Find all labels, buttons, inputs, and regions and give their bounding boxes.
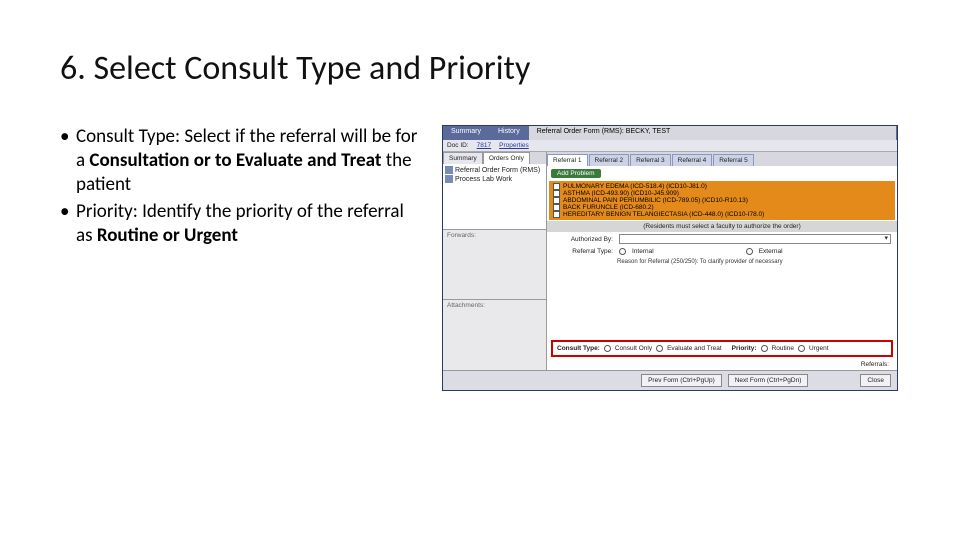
app-screenshot: Summary History Referral Order Form (RMS… bbox=[442, 125, 898, 391]
radio-routine[interactable] bbox=[761, 345, 768, 352]
slide-title: 6. Select Consult Type and Priority bbox=[60, 48, 900, 89]
problem-row[interactable]: ABDOMINAL PAIN PERIUMBILIC (ICD-789.05) … bbox=[551, 197, 893, 204]
tab-referral-3[interactable]: Referral 3 bbox=[630, 154, 671, 166]
evaluate-treat-label: Evaluate and Treat bbox=[667, 345, 722, 352]
prev-form-button[interactable]: Prev Form (Ctrl+PgUp) bbox=[641, 374, 722, 387]
list-item[interactable]: Referral Order Form (RMS) bbox=[445, 166, 544, 174]
tab-referral-1[interactable]: Referral 1 bbox=[547, 154, 588, 166]
attachments-label: Attachments: bbox=[443, 300, 546, 311]
tab-referral-2[interactable]: Referral 2 bbox=[589, 154, 630, 166]
consult-priority-box: Consult Type: Consult Only Evaluate and … bbox=[551, 340, 893, 357]
referral-type-label: Referral Type: bbox=[553, 248, 613, 255]
tab-referral-5[interactable]: Referral 5 bbox=[713, 154, 754, 166]
routine-label: Routine bbox=[772, 345, 794, 352]
bullet-2: Priority: Identify the priority of the r… bbox=[76, 200, 420, 248]
docid-label: Doc ID: bbox=[447, 142, 469, 149]
radio-consult-only[interactable] bbox=[604, 345, 611, 352]
residents-note: (Residents must select a faculty to auth… bbox=[547, 221, 897, 232]
problem-row[interactable]: HEREDITARY BENIGN TELANGIECTASIA (ICD-44… bbox=[551, 211, 893, 218]
next-form-button[interactable]: Next Form (Ctrl+PgDn) bbox=[728, 374, 809, 387]
authorized-by-label: Authorized By: bbox=[553, 236, 613, 243]
authorized-by-dropdown[interactable] bbox=[619, 234, 891, 244]
checkbox-icon[interactable] bbox=[553, 204, 560, 211]
checkbox-icon[interactable] bbox=[553, 190, 560, 197]
consult-type-label: Consult Type: bbox=[557, 345, 600, 352]
tab-history[interactable]: History bbox=[490, 126, 529, 140]
add-problem-button[interactable]: Add Problem bbox=[551, 169, 601, 178]
tab-referral-4[interactable]: Referral 4 bbox=[672, 154, 713, 166]
radio-urgent[interactable] bbox=[798, 345, 805, 352]
problem-row[interactable]: BACK FURUNCLE (ICD-680.2) bbox=[551, 204, 893, 211]
checkbox-icon[interactable] bbox=[553, 211, 560, 218]
bullet-icon: • bbox=[60, 125, 76, 196]
internal-label: Internal bbox=[632, 248, 654, 255]
subtab-orders-only[interactable]: Orders Only bbox=[483, 152, 530, 164]
subtab-summary[interactable]: Summary bbox=[443, 152, 483, 164]
docid-value[interactable]: 7817 bbox=[477, 142, 491, 149]
tab-summary[interactable]: Summary bbox=[443, 126, 490, 140]
problem-row[interactable]: ASTHMA (ICD-493.90) (ICD10-J45.909) bbox=[551, 190, 893, 197]
close-button[interactable]: Close bbox=[860, 374, 891, 387]
priority-label: Priority: bbox=[732, 345, 757, 352]
form-title-bar: Referral Order Form (RMS): BECKY, TEST bbox=[529, 126, 897, 140]
consult-only-label: Consult Only bbox=[615, 345, 652, 352]
checkbox-icon[interactable] bbox=[553, 197, 560, 204]
bullet-icon: • bbox=[60, 200, 76, 248]
reason-text: Reason for Referral (250/250): To clarif… bbox=[547, 257, 897, 268]
radio-internal[interactable] bbox=[619, 248, 626, 255]
list-item[interactable]: Process Lab Work bbox=[445, 175, 544, 183]
bullet-list: • Consult Type: Select if the referral w… bbox=[60, 125, 420, 391]
radio-external[interactable] bbox=[746, 248, 753, 255]
form-icon bbox=[445, 175, 453, 183]
form-icon bbox=[445, 166, 453, 174]
forwards-label: Forwards: bbox=[443, 230, 546, 241]
checkbox-icon[interactable] bbox=[553, 183, 560, 190]
radio-evaluate-treat[interactable] bbox=[656, 345, 663, 352]
urgent-label: Urgent bbox=[809, 345, 829, 352]
problem-row[interactable]: PULMONARY EDEMA (ICD-518.4) (ICD10-J81.0… bbox=[551, 183, 893, 190]
external-label: External bbox=[759, 248, 783, 255]
referrals-label: Referrals: bbox=[547, 359, 897, 370]
bullet-1: Consult Type: Select if the referral wil… bbox=[76, 125, 420, 196]
properties-link[interactable]: Properties bbox=[499, 142, 529, 149]
